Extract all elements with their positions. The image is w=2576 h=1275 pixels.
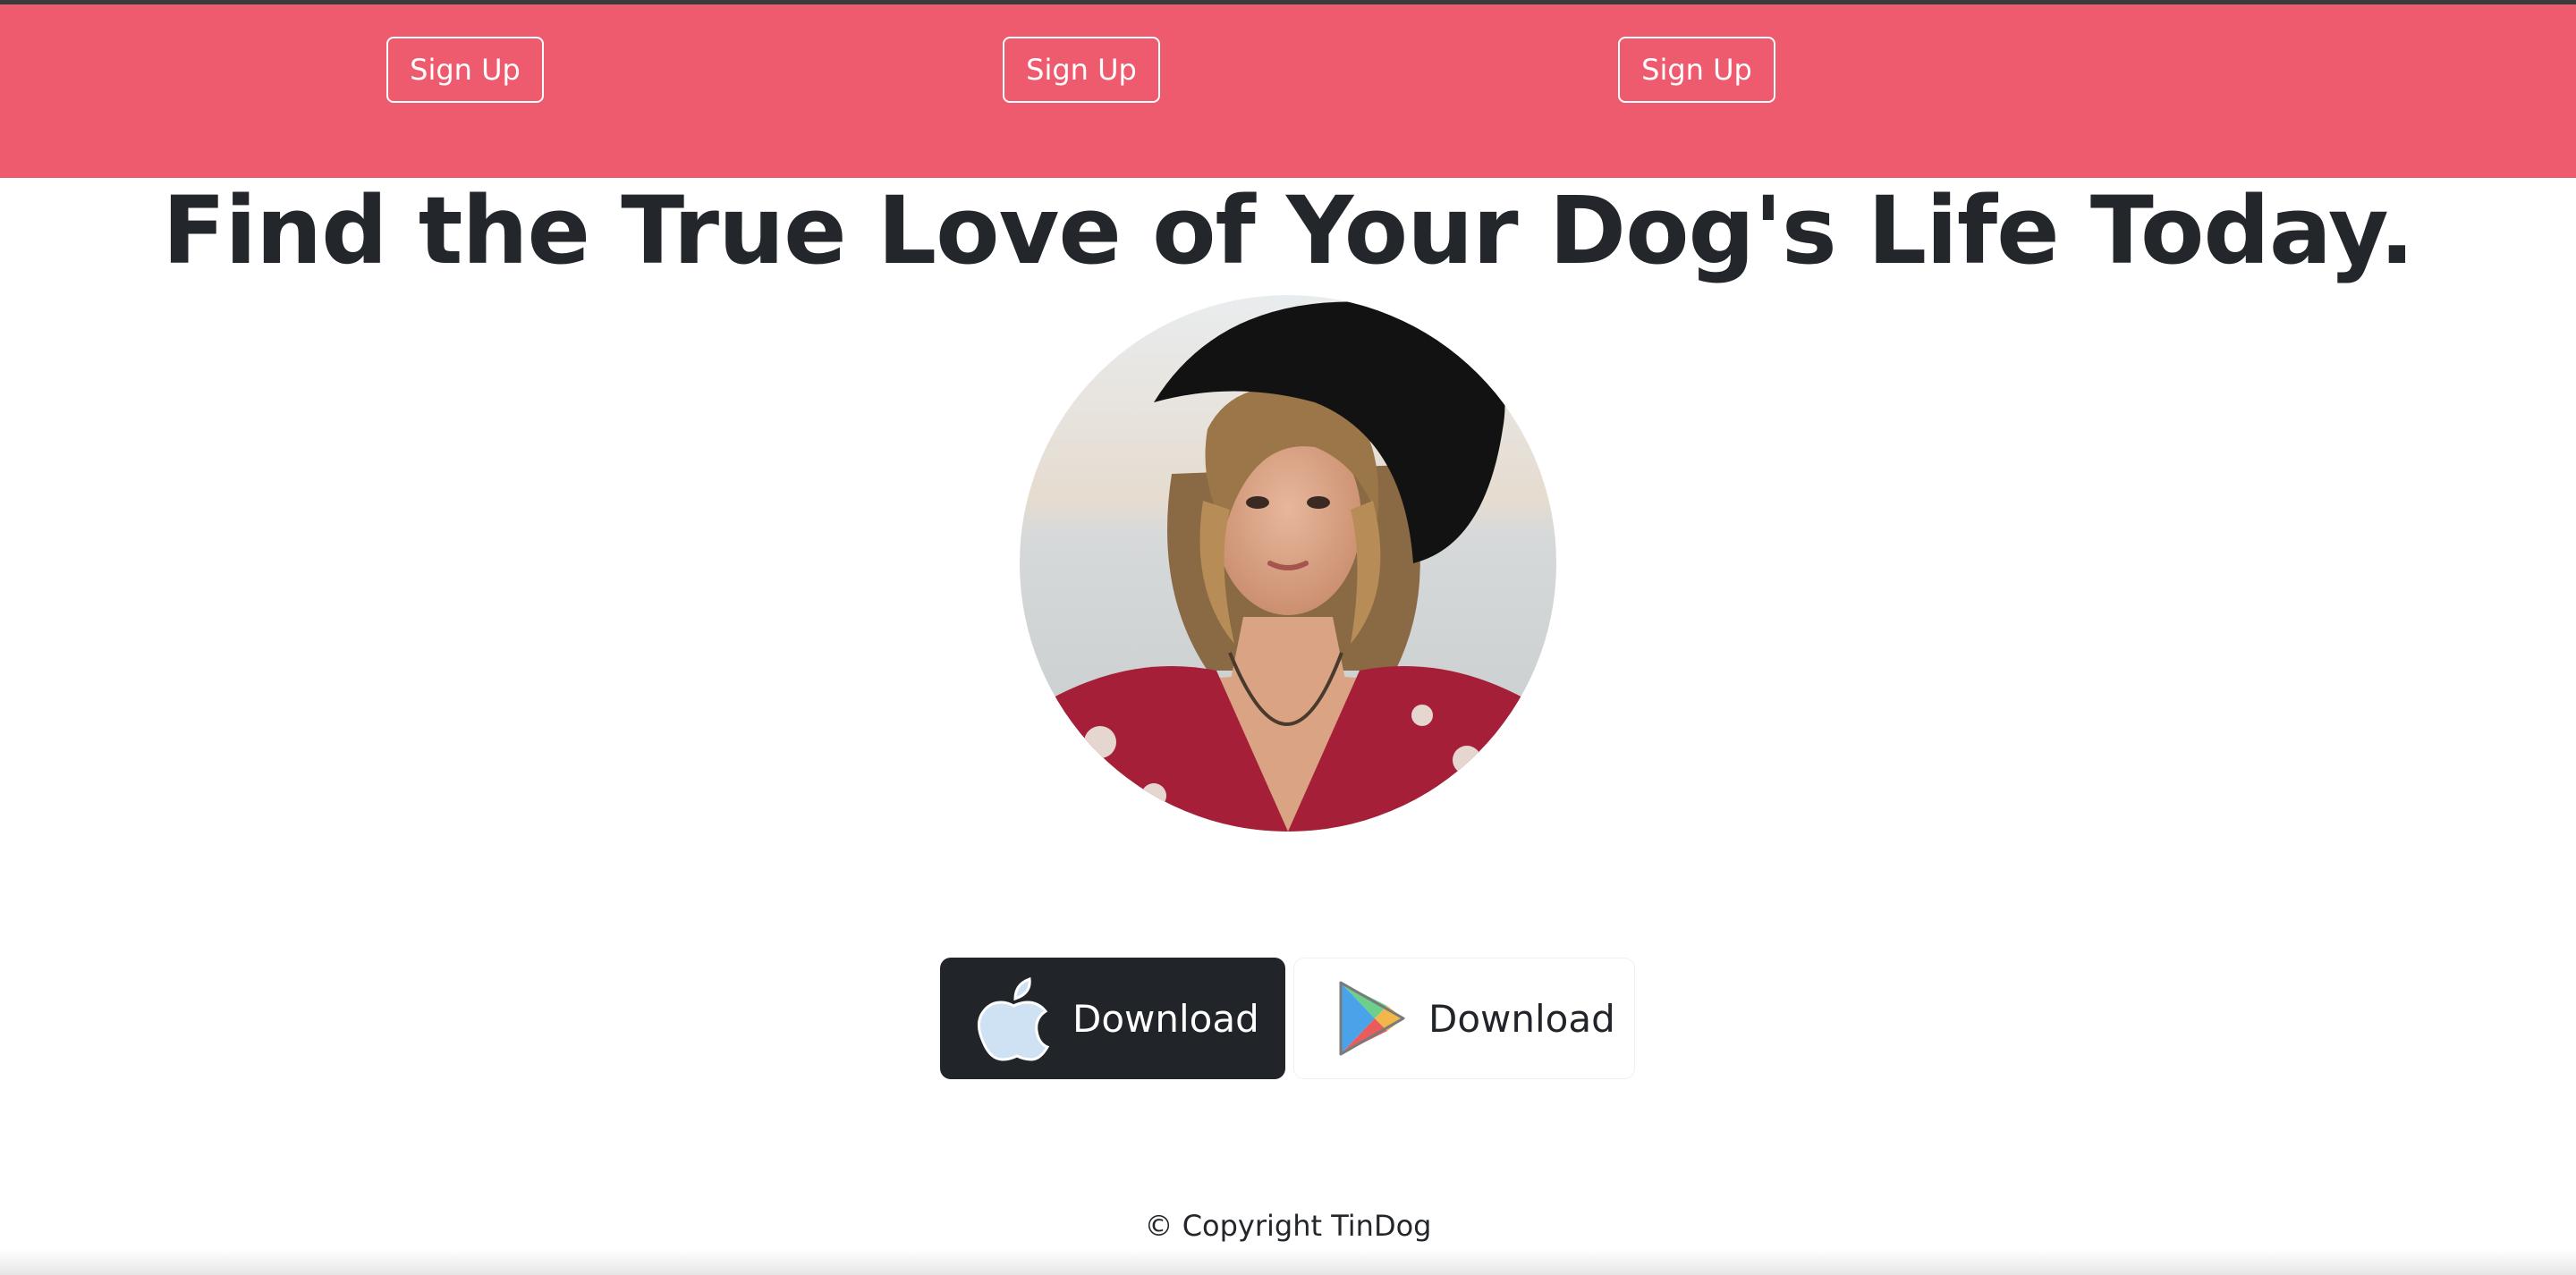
- profile-photo: [1020, 295, 1556, 832]
- google-play-download-button[interactable]: Download: [1293, 958, 1635, 1079]
- hero-title: Find the True Love of Your Dog's Life To…: [162, 176, 2414, 285]
- google-play-icon: [1332, 975, 1407, 1061]
- copyright-text: © Copyright TinDog: [1144, 1209, 1432, 1243]
- google-play-download-label: Download: [1428, 996, 1615, 1041]
- signup-button-1[interactable]: Sign Up: [386, 37, 544, 103]
- apple-icon: [976, 975, 1051, 1061]
- app-store-download-label: Download: [1072, 996, 1259, 1041]
- pricing-section: Sign Up Sign Up Sign Up: [0, 4, 2576, 178]
- signup-button-2[interactable]: Sign Up: [1003, 37, 1160, 103]
- app-store-download-button[interactable]: Download: [940, 958, 1285, 1079]
- signup-button-3[interactable]: Sign Up: [1618, 37, 1775, 103]
- portrait-image: [1020, 295, 1556, 832]
